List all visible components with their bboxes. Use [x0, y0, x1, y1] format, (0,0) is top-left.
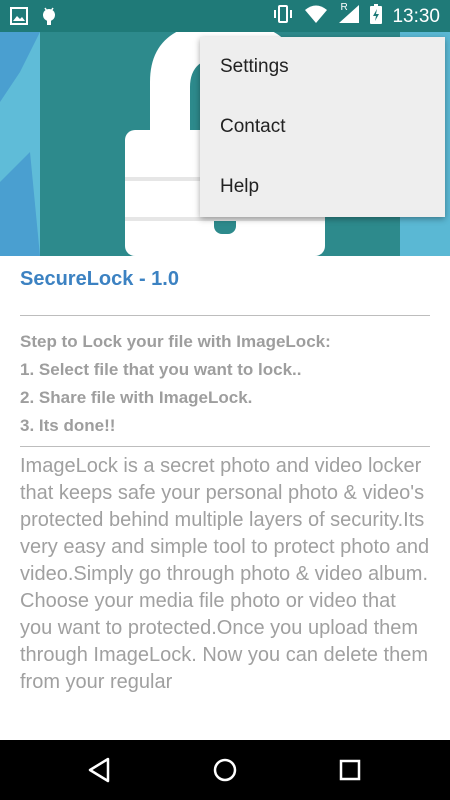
signal-icon: R [338, 2, 360, 29]
navigation-bar [0, 740, 450, 800]
description-paragraph-2: Choose your media file photo or video th… [20, 590, 429, 693]
battery-icon [370, 4, 383, 29]
menu-item-contact[interactable]: Contact [200, 97, 445, 157]
overflow-menu: Settings Contact Help [200, 37, 445, 217]
roaming-indicator: R [340, 2, 348, 13]
status-bar: R 13:30 [0, 0, 450, 32]
step-3: 3. Its done!! [20, 416, 116, 435]
menu-item-settings[interactable]: Settings [200, 37, 445, 97]
app-title: SecureLock - 1.0 [20, 268, 179, 290]
recents-icon[interactable] [334, 754, 366, 786]
description-paragraph-1: ImageLock is a secret photo and video lo… [20, 455, 430, 585]
image-icon [10, 7, 28, 30]
main-content[interactable]: SecureLock - 1.0 Step to Lock your file … [20, 256, 430, 740]
vibrate-icon [272, 4, 294, 29]
divider [20, 315, 430, 316]
android-icon [40, 6, 58, 31]
divider [20, 446, 430, 447]
steps-heading: Step to Lock your file with ImageLock: [20, 332, 331, 351]
clock: 13:30 [392, 5, 440, 27]
step-1: 1. Select file that you want to lock.. [20, 360, 302, 379]
menu-item-help[interactable]: Help [200, 157, 445, 217]
step-2: 2. Share file with ImageLock. [20, 388, 253, 407]
back-icon[interactable] [84, 754, 116, 786]
home-icon[interactable] [209, 754, 241, 786]
wifi-icon [304, 4, 328, 29]
